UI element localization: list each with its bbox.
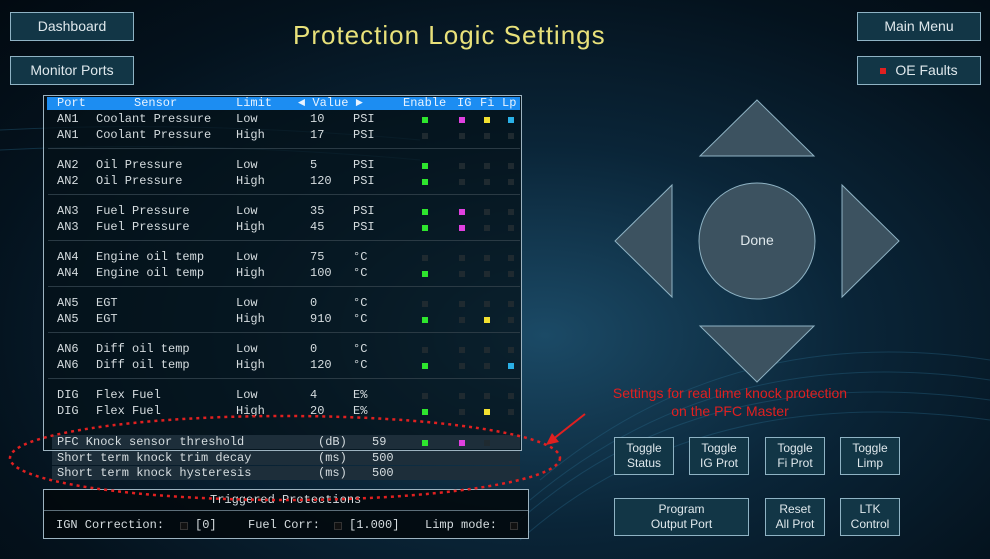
reset-all-line1: Reset xyxy=(779,502,811,516)
toggle-fi-line2: Fi Prot xyxy=(777,456,813,470)
toggle-limp-line2: Limp xyxy=(856,456,883,470)
direction-pad xyxy=(614,99,900,383)
toggle-status-button[interactable]: Toggle Status xyxy=(614,437,674,475)
done-button-label[interactable]: Done xyxy=(717,232,797,248)
right-arrow-button[interactable] xyxy=(841,183,900,299)
ltk-control-line1: LTK xyxy=(859,502,881,516)
ltk-control-button[interactable]: LTK Control xyxy=(840,498,900,536)
toggle-ig-line2: IG Prot xyxy=(699,456,738,470)
reset-all-prot-button[interactable]: Reset All Prot xyxy=(765,498,825,536)
toggle-status-line2: Status xyxy=(626,456,662,470)
toggle-fi-line1: Toggle xyxy=(777,441,813,455)
program-output-line1: Program xyxy=(658,502,705,516)
program-output-port-button[interactable]: Program Output Port xyxy=(614,498,749,536)
up-arrow-button[interactable] xyxy=(698,99,816,157)
toggle-limp-button[interactable]: Toggle Limp xyxy=(840,437,900,475)
toggle-status-line1: Toggle xyxy=(626,441,662,455)
program-output-line2: Output Port xyxy=(650,517,713,531)
toggle-limp-line1: Toggle xyxy=(852,441,888,455)
down-arrow-button[interactable] xyxy=(698,325,816,383)
left-arrow-button[interactable] xyxy=(614,183,673,299)
reset-all-line2: All Prot xyxy=(775,517,815,531)
ltk-control-line2: Control xyxy=(850,517,890,531)
toggle-ig-line1: Toggle xyxy=(701,441,737,455)
toggle-ig-prot-button[interactable]: Toggle IG Prot xyxy=(689,437,749,475)
toggle-fi-prot-button[interactable]: Toggle Fi Prot xyxy=(765,437,825,475)
